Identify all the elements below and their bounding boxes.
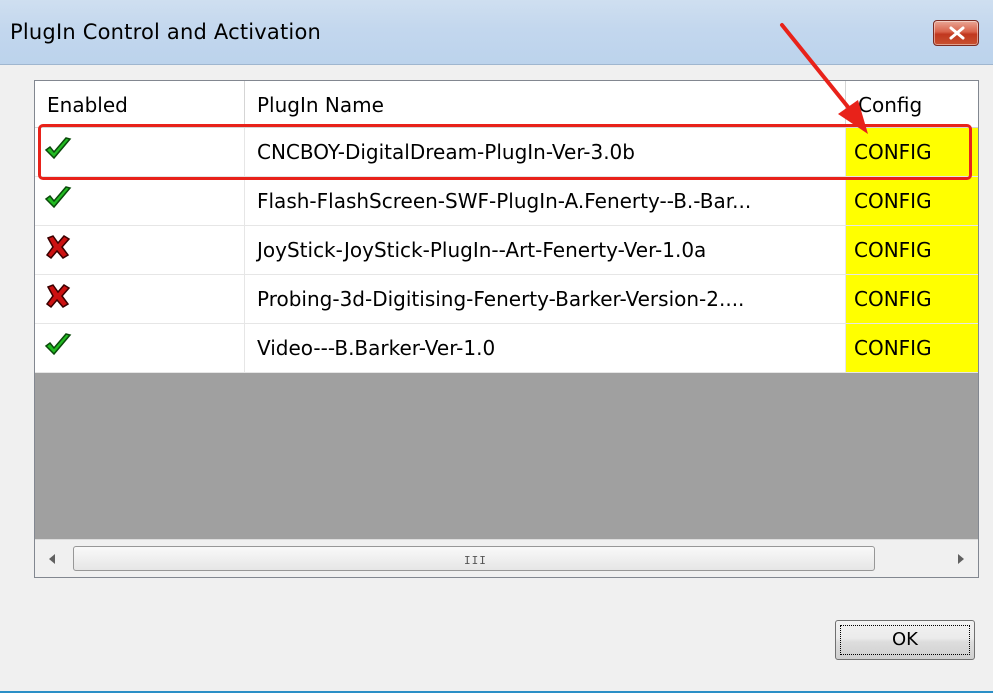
table-row[interactable]: CNCBOY-DigitalDream-PlugIn-Ver-3.0b CONF… bbox=[35, 128, 978, 177]
scroll-right-button[interactable] bbox=[944, 540, 978, 577]
table-row[interactable]: Video---B.Barker-Ver-1.0 CONFIG bbox=[35, 324, 978, 373]
plugin-name: Video---B.Barker-Ver-1.0 bbox=[245, 324, 846, 372]
plugin-rows: CNCBOY-DigitalDream-PlugIn-Ver-3.0b CONF… bbox=[35, 128, 978, 373]
close-button[interactable] bbox=[933, 20, 979, 46]
title-bar[interactable]: PlugIn Control and Activation bbox=[0, 0, 993, 65]
red-x-icon[interactable] bbox=[43, 234, 73, 260]
config-button[interactable]: CONFIG bbox=[846, 275, 978, 323]
plugin-name: Probing-3d-Digitising-Fenerty-Barker-Ver… bbox=[245, 275, 846, 323]
header-enabled[interactable]: Enabled bbox=[35, 81, 245, 127]
scroll-left-button[interactable] bbox=[35, 540, 69, 577]
table-row[interactable]: Probing-3d-Digitising-Fenerty-Barker-Ver… bbox=[35, 275, 978, 324]
plugin-dialog: PlugIn Control and Activation Enabled Pl… bbox=[0, 0, 993, 693]
window-title: PlugIn Control and Activation bbox=[10, 20, 322, 44]
enabled-cell[interactable] bbox=[35, 177, 245, 225]
header-plugin-name[interactable]: PlugIn Name bbox=[245, 81, 846, 127]
enabled-cell[interactable] bbox=[35, 128, 245, 176]
config-button[interactable]: CONFIG bbox=[846, 128, 978, 176]
scroll-thumb[interactable]: III bbox=[73, 546, 875, 571]
config-button[interactable]: CONFIG bbox=[846, 324, 978, 372]
chevron-left-icon bbox=[49, 554, 55, 564]
green-check-icon[interactable] bbox=[43, 332, 73, 358]
table-row[interactable]: JoyStick-JoyStick-PlugIn--Art-Fenerty-Ve… bbox=[35, 226, 978, 275]
focus-rectangle bbox=[840, 625, 970, 655]
table-row[interactable]: Flash-FlashScreen-SWF-PlugIn-A.Fenerty--… bbox=[35, 177, 978, 226]
green-check-icon[interactable] bbox=[43, 185, 73, 211]
plugin-name: Flash-FlashScreen-SWF-PlugIn-A.Fenerty--… bbox=[245, 177, 846, 225]
chevron-right-icon bbox=[958, 554, 964, 564]
config-button[interactable]: CONFIG bbox=[846, 177, 978, 225]
scroll-grip: III bbox=[464, 554, 487, 567]
ok-button[interactable]: OK bbox=[835, 620, 975, 660]
config-button[interactable]: CONFIG bbox=[846, 226, 978, 274]
close-icon bbox=[949, 26, 965, 40]
plugin-name: CNCBOY-DigitalDream-PlugIn-Ver-3.0b bbox=[245, 128, 846, 176]
enabled-cell[interactable] bbox=[35, 324, 245, 372]
header-config[interactable]: Config bbox=[846, 81, 978, 127]
red-x-icon[interactable] bbox=[43, 283, 73, 309]
list-header: Enabled PlugIn Name Config bbox=[35, 81, 978, 128]
green-check-icon[interactable] bbox=[43, 136, 73, 162]
plugin-list: Enabled PlugIn Name Config CNCBOY-Digita… bbox=[34, 80, 979, 578]
enabled-cell[interactable] bbox=[35, 275, 245, 323]
plugin-name: JoyStick-JoyStick-PlugIn--Art-Fenerty-Ve… bbox=[245, 226, 846, 274]
horizontal-scrollbar[interactable]: III bbox=[35, 539, 978, 577]
enabled-cell[interactable] bbox=[35, 226, 245, 274]
